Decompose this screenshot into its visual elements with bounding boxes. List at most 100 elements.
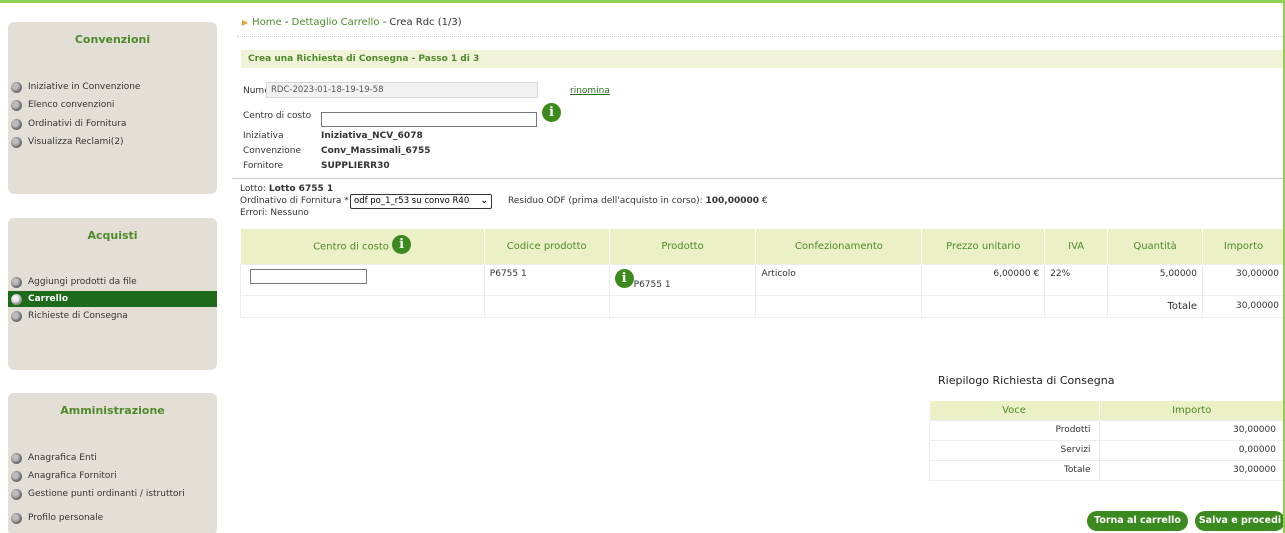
- info-icon[interactable]: i: [542, 103, 561, 122]
- sidebar-item-reclami[interactable]: Visualizza Reclami(2): [8, 134, 217, 150]
- sidebar-item-label: Elenco convenzioni: [28, 100, 115, 110]
- sidebar-item-anagrafica-fornitori[interactable]: Anagrafica Fornitori: [8, 468, 217, 484]
- product-name: P6755 1: [633, 279, 671, 290]
- summary-voce: Totale: [929, 459, 1100, 481]
- save-and-continue-button[interactable]: Salva e procedi: [1195, 511, 1285, 531]
- table-cell: i P6755 1: [608, 263, 757, 296]
- lotto-value: Lotto 6755 1: [268, 184, 334, 194]
- table-row: Servizi 0,00000: [929, 439, 1285, 461]
- ordinativo-label: Ordinativo di Fornitura *: [240, 196, 349, 206]
- lotto-line: Lotto: Lotto 6755 1: [240, 184, 333, 194]
- residuo-currency: €: [761, 196, 768, 206]
- sidebar: Convenzioni Iniziative in Convenzione El…: [0, 0, 225, 533]
- iniziativa-label: Iniziativa: [243, 131, 284, 141]
- summary-table: Voce Importo Prodotti 30,00000 Servizi 0…: [929, 401, 1285, 481]
- table-cell: P6755 1: [483, 263, 610, 296]
- sidebar-item-label: Richieste di Consegna: [28, 311, 128, 321]
- sidebar-item-aggiungi-prodotti[interactable]: Aggiungi prodotti da file: [8, 274, 217, 290]
- centro-costo-input[interactable]: [321, 112, 537, 127]
- summary-importo: 30,00000: [1098, 459, 1285, 481]
- column-header: Centro di costo i: [240, 229, 485, 264]
- table-header-row: Voce Importo: [929, 401, 1285, 420]
- table-cell: [240, 263, 485, 296]
- table-cell: Articolo: [755, 263, 923, 296]
- total-label: Totale: [1107, 294, 1204, 318]
- sidebar-item-anagrafica-enti[interactable]: Anagrafica Enti: [8, 450, 217, 466]
- column-header: Voce: [929, 401, 1100, 420]
- sidebar-item-label: Profilo personale: [28, 513, 104, 523]
- breadcrumb: ▶ Home - Dettaglio Carrello - Crea Rdc (1…: [242, 17, 462, 28]
- table-cell: [483, 294, 610, 318]
- breadcrumb-home-link[interactable]: Home: [252, 17, 282, 28]
- column-header: Codice prodotto: [484, 229, 610, 264]
- bullet-icon: [11, 471, 22, 482]
- breadcrumb-separator: -: [281, 17, 292, 28]
- sidebar-item-label: Aggiungi prodotti da file: [28, 277, 137, 287]
- info-icon[interactable]: i: [392, 234, 412, 254]
- summary-voce: Servizi: [929, 439, 1100, 461]
- bullet-icon: [11, 82, 22, 93]
- table-cell: 22%: [1044, 263, 1109, 296]
- iniziativa-value: Iniziativa_NCV_6078: [321, 131, 423, 141]
- fornitore-value: SUPPLIERR30: [321, 161, 390, 171]
- lotto-label: Lotto:: [240, 184, 266, 194]
- sidebar-item-richieste-consegna[interactable]: Richieste di Consegna: [8, 308, 217, 324]
- convenzione-value: Conv_Massimali_6755: [321, 146, 431, 156]
- sidebar-item-label: Iniziative in Convenzione: [28, 82, 141, 92]
- row-centro-costo-input[interactable]: [250, 268, 367, 284]
- breadcrumb-separator: -: [379, 17, 390, 28]
- rename-link[interactable]: rinomina: [570, 86, 610, 96]
- back-to-cart-button[interactable]: Torna al carrello: [1087, 511, 1188, 531]
- errori-value: Nessuno: [270, 208, 309, 218]
- sidebar-item-label: Carrello: [28, 294, 69, 304]
- residuo-label: Residuo ODF (prima dell'acquisto in cors…: [508, 196, 703, 206]
- summary-title: Riepilogo Richiesta di Consegna: [938, 374, 1115, 387]
- table-header-row: Centro di costo i Codice prodotto Prodot…: [240, 229, 1285, 264]
- sidebar-item-gestione-punti[interactable]: Gestione punti ordinanti / istruttori: [8, 486, 217, 502]
- sidebar-item-elenco-convenzioni[interactable]: Elenco convenzioni: [8, 97, 217, 113]
- table-cell: [240, 294, 485, 318]
- column-header: Prezzo unitario: [921, 229, 1046, 264]
- cart-table: Centro di costo i Codice prodotto Prodot…: [240, 229, 1285, 318]
- section-divider: [232, 178, 1285, 179]
- table-cell: 30,00000: [1202, 263, 1285, 296]
- breadcrumb-cart-link[interactable]: Dettaglio Carrello: [292, 17, 380, 28]
- step-title: Crea una Richiesta di Consegna - Passo 1…: [241, 50, 1285, 68]
- table-cell: [1044, 294, 1109, 318]
- sidebar-item-profilo[interactable]: Profilo personale: [8, 510, 217, 526]
- sidebar-item-label: Anagrafica Fornitori: [28, 471, 117, 481]
- ordinativo-select[interactable]: odf po_1_r53 su convo R40 ⌄: [350, 194, 492, 209]
- info-icon[interactable]: i: [614, 268, 634, 288]
- sidebar-item-ordinativi[interactable]: Ordinativi di Fornitura: [8, 116, 217, 132]
- column-header: Prodotto: [609, 229, 757, 264]
- errori-line: Errori: Nessuno: [240, 208, 309, 218]
- table-total-row: Totale 30,00000: [240, 294, 1285, 318]
- column-header-label: Centro di costo: [313, 241, 389, 253]
- column-header: Quantità: [1107, 229, 1204, 264]
- sidebar-item-label: Ordinativi di Fornitura: [28, 119, 127, 129]
- sidebar-section-title: Convenzioni: [74, 33, 151, 46]
- total-value: 30,00000: [1202, 294, 1285, 318]
- main-content: ▶ Home - Dettaglio Carrello - Crea Rdc (1…: [232, 0, 1285, 533]
- centro-costo-label: Centro di costo: [243, 111, 312, 121]
- sidebar-section-amministrazione: Amministrazione Anagrafica Enti Anagrafi…: [8, 393, 217, 533]
- chevron-down-icon: ⌄: [480, 196, 488, 206]
- triangle-right-icon: ▶: [242, 18, 249, 27]
- bullet-icon: [11, 513, 22, 524]
- table-cell: 6,00000 €: [921, 263, 1046, 296]
- errori-label: Errori:: [240, 208, 268, 218]
- sidebar-item-iniziative[interactable]: Iniziative in Convenzione: [8, 79, 217, 95]
- bullet-icon: [11, 119, 22, 130]
- sidebar-section-convenzioni: Convenzioni Iniziative in Convenzione El…: [8, 22, 217, 194]
- bullet-icon: [11, 489, 22, 500]
- sidebar-item-label: Gestione punti ordinanti / istruttori: [28, 489, 185, 499]
- ordinativo-selected: odf po_1_r53 su convo R40: [354, 196, 470, 206]
- bullet-icon: [11, 277, 22, 288]
- sidebar-section-title: Acquisti: [87, 229, 138, 242]
- sidebar-item-label: Visualizza Reclami(2): [28, 137, 124, 147]
- sidebar-item-carrello[interactable]: Carrello: [8, 291, 217, 307]
- convenzione-label: Convenzione: [243, 146, 302, 156]
- bullet-icon: [11, 311, 22, 322]
- table-cell: 5,00000: [1107, 263, 1204, 296]
- table-row: P6755 1 i P6755 1 Articolo 6,00000 € 22% …: [240, 263, 1285, 296]
